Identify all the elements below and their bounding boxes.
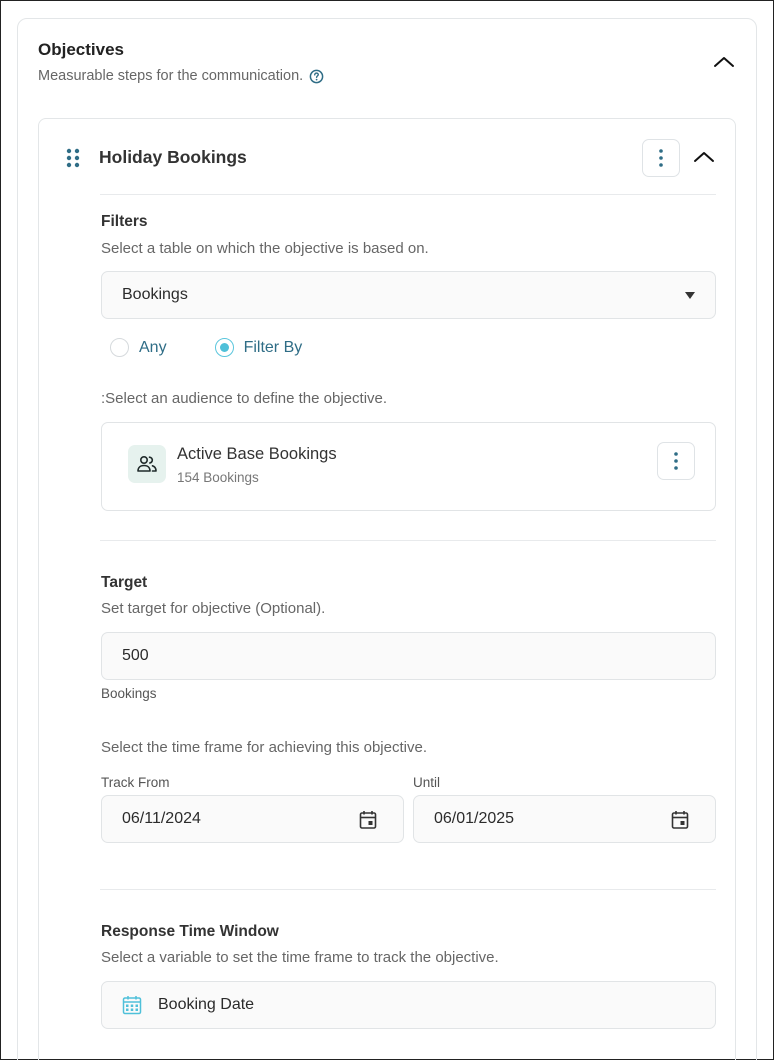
track-from-date-input[interactable]: 06/11/2024 [101, 795, 404, 843]
calendar-icon[interactable] [359, 810, 377, 830]
users-icon [137, 455, 157, 472]
calendar-icon[interactable] [671, 810, 689, 830]
collapse-objectives-button[interactable] [710, 48, 738, 76]
filters-title: Filters [101, 213, 148, 230]
timeframe-prompt: Select the time frame for achieving this… [101, 739, 427, 756]
divider [100, 194, 716, 195]
track-from-value: 06/11/2024 [122, 810, 201, 827]
response-window-subtitle: Select a variable to set the time frame … [101, 949, 499, 966]
audience-prompt: :Select an audience to define the object… [101, 390, 388, 407]
until-value: 06/01/2025 [434, 810, 515, 827]
radio-filter-by-label[interactable]: Filter By [244, 339, 303, 357]
target-value: 500 [122, 647, 149, 664]
radio-filter-by[interactable] [214, 338, 234, 357]
collapse-item-button[interactable] [690, 143, 718, 171]
target-subtitle: Set target for objective (Optional). [101, 600, 326, 617]
audience-name: Active Base Bookings [177, 445, 337, 463]
drag-handle-icon[interactable] [66, 148, 80, 168]
calendar-grid-icon [122, 996, 142, 1015]
divider [100, 540, 716, 541]
filters-subtitle: Select a table on which the objective is… [101, 240, 429, 257]
until-label: Until [413, 775, 441, 790]
table-select[interactable]: Bookings [101, 271, 716, 319]
track-from-label: Track From [101, 775, 170, 790]
audience-card[interactable] [101, 422, 716, 511]
chevron-up-icon [714, 57, 734, 67]
audience-icon-tile [128, 445, 166, 483]
more-vertical-icon [659, 149, 663, 167]
chevron-up-icon [694, 152, 714, 162]
target-unit-label: Bookings [101, 686, 157, 701]
more-vertical-icon [674, 452, 678, 470]
help-circle-icon[interactable] [309, 69, 324, 84]
objectives-subtitle: Measurable steps for the communication. [38, 68, 304, 84]
response-window-value: Booking Date [158, 996, 255, 1013]
filter-mode-radio-group: Any Filter By [110, 338, 302, 357]
divider [100, 889, 716, 890]
radio-any-label[interactable]: Any [139, 339, 167, 357]
objectives-subtitle-row: Measurable steps for the communication. [38, 68, 324, 84]
audience-count: 154 Bookings [177, 470, 259, 485]
until-date-input[interactable]: 06/01/2025 [413, 795, 716, 843]
objective-item-menu-button[interactable] [642, 139, 680, 177]
objective-item-title: Holiday Bookings [99, 147, 247, 167]
target-value-input[interactable]: 500 [101, 632, 716, 680]
response-window-title: Response Time Window [101, 923, 279, 940]
audience-menu-button[interactable] [657, 442, 695, 480]
radio-any[interactable] [110, 338, 129, 357]
caret-down-icon [685, 292, 695, 299]
response-window-variable-field[interactable]: Booking Date [101, 981, 716, 1029]
table-select-value: Bookings [122, 286, 188, 303]
target-title: Target [101, 574, 148, 591]
objectives-title: Objectives [38, 40, 124, 59]
